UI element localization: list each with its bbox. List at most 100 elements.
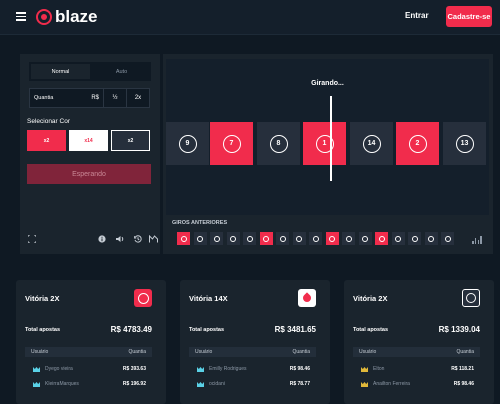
fullscreen-icon[interactable]: [27, 234, 37, 244]
total-value: R$ 1339.04: [438, 325, 480, 334]
row-user: Emilly Rodrigues: [197, 366, 247, 372]
history-chip[interactable]: [226, 232, 240, 245]
stats-icon[interactable]: [148, 234, 158, 244]
volume-icon[interactable]: [115, 234, 125, 244]
history-chip[interactable]: [424, 232, 438, 245]
history-chip-icon: [411, 235, 418, 242]
roulette-tile: 13: [443, 122, 486, 165]
user-name: Emilly Rodrigues: [209, 366, 247, 372]
crown-icon: [197, 381, 204, 387]
bars-icon[interactable]: [472, 234, 482, 244]
amount-input[interactable]: Quantia R$: [29, 88, 104, 108]
history-chip[interactable]: [441, 232, 454, 245]
history-chip[interactable]: [342, 232, 355, 245]
color-red-button[interactable]: x2: [27, 130, 66, 151]
history-chip-icon: [197, 235, 203, 242]
roulette-tile: 7: [210, 122, 253, 165]
history-chip-icon: [329, 235, 335, 242]
total-label: Total apostas: [189, 327, 225, 333]
menu-icon[interactable]: [16, 12, 26, 21]
roulette-tile-number: 13: [455, 134, 474, 153]
history-chip[interactable]: [276, 232, 289, 245]
history-chip[interactable]: [408, 232, 421, 245]
history-chip-icon: [345, 235, 352, 242]
history-chip[interactable]: [259, 232, 273, 245]
crown-icon: [361, 366, 368, 372]
row-amount: R$ 118.21: [451, 366, 474, 372]
roulette-tile-number: 9: [178, 134, 197, 153]
roulette-marker: [330, 96, 332, 181]
amount-label: Quantia: [34, 95, 54, 101]
history-chip[interactable]: [292, 232, 306, 245]
history-chip[interactable]: [177, 232, 190, 245]
user-name: KleirraMarques: [45, 381, 79, 387]
top-bar: blaze Entrar Cadastre-se: [0, 0, 500, 35]
color-white-icon: [298, 289, 316, 307]
roulette-tile-number: 14: [362, 134, 381, 153]
row-user: KleirraMarques: [33, 381, 79, 387]
history-chip-icon: [428, 235, 434, 242]
history-label: GIROS ANTERIORES: [172, 220, 228, 226]
history-chip-icon: [312, 235, 319, 242]
login-button[interactable]: Entrar: [405, 11, 429, 20]
history-chip[interactable]: [358, 232, 372, 245]
double-button[interactable]: 2x: [127, 88, 150, 108]
logo[interactable]: blaze: [36, 7, 98, 27]
col-user: Usuário: [359, 349, 377, 355]
total-label: Total apostas: [353, 327, 389, 333]
roulette-tile: 8: [257, 122, 300, 165]
history-chip[interactable]: [210, 232, 223, 245]
roulette-tile: 1: [303, 122, 346, 165]
history-chip-icon: [279, 235, 286, 242]
history-chip-icon: [444, 235, 451, 242]
col-user: Usuário: [31, 349, 49, 355]
row-amount: R$ 98.46: [453, 381, 474, 387]
table-row: Dyego vieira R$ 393.63: [25, 362, 152, 376]
total-value: R$ 3481.65: [274, 325, 316, 334]
user-name: ocidani: [209, 381, 225, 387]
col-amount: Quantia: [128, 349, 146, 355]
row-user: Dyego vieira: [33, 366, 73, 372]
logo-text: blaze: [55, 7, 98, 26]
table-row: Anailton Ferreira R$ 98.46: [353, 377, 480, 391]
history-chip-icon: [180, 235, 187, 242]
history-chip[interactable]: [391, 232, 405, 245]
crown-icon: [361, 381, 368, 387]
submit-bet-button[interactable]: Esperando: [27, 164, 151, 184]
total-value: R$ 4783.49: [110, 325, 152, 334]
table-header: Usuário Quantia: [189, 347, 316, 357]
history-chip[interactable]: [325, 232, 339, 245]
signup-button[interactable]: Cadastre-se: [446, 6, 492, 27]
roulette-tile: 14: [350, 122, 393, 165]
user-name: Elton: [373, 366, 385, 372]
bet-card: Vitória 2X Total apostas R$ 1339.04 Usuário…: [344, 280, 494, 404]
user-name: Anailton Ferreira: [373, 381, 410, 387]
crown-icon: [33, 381, 40, 387]
color-selector: x2 x14 x2: [27, 130, 153, 151]
history-chip[interactable]: [375, 232, 388, 245]
bet-panel: Normal Auto Quantia R$ ½ 2x Selecionar C…: [20, 54, 160, 254]
spin-status: Girando...: [311, 80, 344, 87]
table-row: Elton R$ 118.21: [353, 362, 480, 376]
history-chip[interactable]: [309, 232, 322, 245]
row-user: Anailton Ferreira: [361, 381, 410, 387]
user-name: Dyego vieira: [45, 366, 73, 372]
color-white-button[interactable]: x14: [69, 130, 108, 151]
color-black-button[interactable]: x2: [111, 130, 150, 151]
tab-normal[interactable]: Normal: [31, 64, 90, 79]
history-strip: [177, 232, 487, 246]
row-amount: R$ 78.77: [289, 381, 310, 387]
history-chip[interactable]: [193, 232, 207, 245]
roulette-tile: 2: [396, 122, 439, 165]
table-row: KleirraMarques R$ 196.92: [25, 377, 152, 391]
half-button[interactable]: ½: [104, 88, 127, 108]
history-icon[interactable]: [133, 234, 143, 244]
tab-auto[interactable]: Auto: [92, 62, 151, 81]
history-chip[interactable]: [243, 232, 256, 245]
info-icon[interactable]: [97, 234, 107, 244]
crown-icon: [33, 366, 40, 372]
roulette-strip: 9 7 8 1 14 2 13: [166, 122, 489, 166]
card-title: Vitória 14X: [189, 294, 228, 303]
roulette-panel: Girando... 9 7 8 1 14 2 13 GIROS ANTERIORES: [163, 54, 493, 254]
history-chip-icon: [230, 235, 236, 242]
